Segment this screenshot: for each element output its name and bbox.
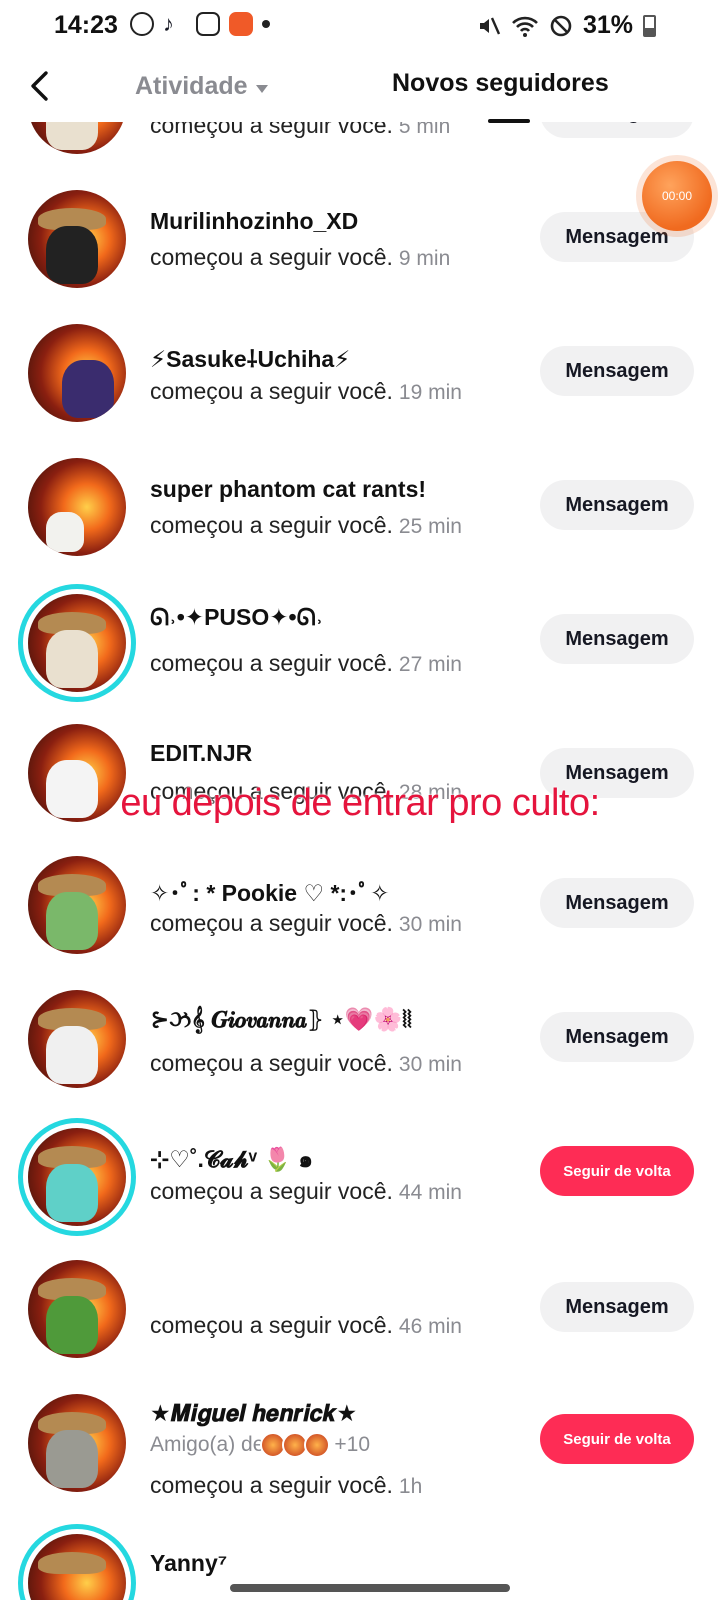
top-nav: Atividade Novos seguidores [0, 52, 720, 123]
mutual-friends[interactable]: Amigo(a) de +10 [150, 1432, 370, 1458]
follow-time: 46 min [398, 1315, 462, 1338]
username[interactable]: ᘏ˒•✦PUSO✦•ᘏ˒ [150, 604, 323, 631]
list-item[interactable]: ᘏ˒•✦PUSO✦•ᘏ˒ começou a seguir você. 27 mi… [0, 590, 720, 726]
username[interactable]: ★𝑴𝒊𝒈𝒖𝒆𝒍 𝒉𝒆𝒏𝒓𝒊𝒄𝒌★ [150, 1400, 357, 1427]
follow-action-text: começou a seguir você. 30 min [150, 1050, 462, 1076]
list-item[interactable]: ★𝑴𝒊𝒈𝒖𝒆𝒍 𝒉𝒆𝒏𝒓𝒊𝒄𝒌★ Amigo(a) de +10 começou… [0, 1394, 720, 1534]
follow-time: 1h [398, 1475, 423, 1498]
follow-back-button[interactable]: Seguir de volta [540, 1414, 694, 1464]
avatar[interactable] [28, 1260, 126, 1358]
avatar[interactable] [28, 190, 126, 288]
avatar[interactable] [28, 324, 126, 422]
message-button[interactable]: Mensagem [540, 480, 694, 530]
follow-time: 30 min [398, 1053, 462, 1076]
tab-new-followers[interactable]: Novos seguidores [392, 69, 609, 98]
back-button[interactable] [22, 66, 58, 106]
avatar[interactable] [28, 856, 126, 954]
message-button[interactable]: Mensagem [540, 614, 694, 664]
follow-action-text: começou a seguir você. 27 min [150, 650, 462, 676]
avatar[interactable] [28, 1534, 126, 1600]
list-item[interactable]: ⊱ઝ𝄞 𝑮𝒊𝒐𝒗𝒂𝒏𝒏𝒂⦄ ⋆💗🌸⦚⦚ começou a seguir voc… [0, 990, 720, 1126]
avatar[interactable] [28, 990, 126, 1088]
follow-action-text: começou a seguir você. 1h [150, 1472, 423, 1498]
message-button[interactable]: Mensagem [540, 878, 694, 928]
username[interactable]: EDIT.NJR [150, 740, 252, 767]
username[interactable]: ⊱ઝ𝄞 𝑮𝒊𝒐𝒗𝒂𝒏𝒏𝒂⦄ ⋆💗🌸⦚⦚ [150, 1006, 412, 1033]
follow-time: 9 min [398, 247, 451, 270]
follow-action-text: começou a seguir você. 44 min [150, 1178, 462, 1204]
follow-action-text: começou a seguir você. 25 min [150, 512, 462, 538]
follow-action-text: começou a seguir você. 9 min [150, 244, 451, 270]
tab-indicator [488, 119, 530, 123]
list-item[interactable]: ⊹♡˚.𝓒𝓪𝓱ᵛ 🌷 ๑ começou a seguir você. 44 mi… [0, 1124, 720, 1260]
recording-timer[interactable]: 00:00 [642, 161, 712, 231]
username[interactable]: Yanny⁷ [150, 1550, 227, 1577]
follow-action-text: começou a seguir você. 19 min [150, 378, 462, 404]
username[interactable]: Murilinhozinho_XD [150, 208, 358, 235]
list-item[interactable]: ⚡Sasuke⸸Uchiha⚡ começou a seguir você. 19… [0, 322, 720, 458]
avatar[interactable] [28, 458, 126, 556]
chevron-down-icon [255, 84, 268, 93]
list-item[interactable]: super phantom cat rants! começou a segui… [0, 456, 720, 592]
follow-action-text: começou a seguir você. 30 min [150, 910, 462, 936]
tab-activity-label: Atividade [135, 72, 248, 100]
home-indicator[interactable] [230, 1584, 510, 1592]
follow-time: 25 min [398, 515, 462, 538]
follow-time: 30 min [398, 913, 462, 936]
message-button[interactable]: Mensagem [540, 1282, 694, 1332]
list-item[interactable]: ✧･ﾟ: * Pookie ♡ *:･ﾟ✧ começou a seguir v… [0, 856, 720, 992]
avatar[interactable] [28, 1128, 126, 1226]
mutual-friends-label: Amigo(a) de [150, 1433, 265, 1456]
username[interactable]: ✧･ﾟ: * Pookie ♡ *:･ﾟ✧ [150, 874, 389, 908]
message-button[interactable]: Mensagem [540, 346, 694, 396]
follow-back-button[interactable]: Seguir de volta [540, 1146, 694, 1196]
follow-time: 44 min [398, 1181, 462, 1204]
follow-time: 19 min [398, 381, 462, 404]
mutual-friends-count: +10 [334, 1433, 371, 1456]
tab-activity[interactable]: Atividade [135, 72, 268, 101]
username[interactable]: super phantom cat rants! [150, 476, 426, 503]
username[interactable]: ⚡Sasuke⸸Uchiha⚡ [150, 342, 350, 374]
list-item[interactable]: começou a seguir você. 46 min Mensagem [0, 1260, 720, 1396]
chevron-left-icon [31, 71, 48, 101]
mutual-avatar [304, 1432, 331, 1458]
follow-time: 27 min [398, 653, 462, 676]
avatar[interactable] [28, 1394, 126, 1492]
username[interactable]: ⊹♡˚.𝓒𝓪𝓱ᵛ 🌷 ๑ [150, 1142, 313, 1178]
message-button[interactable]: Mensagem [540, 1012, 694, 1062]
follow-action-text: começou a seguir você. 46 min [150, 1312, 462, 1338]
avatar[interactable] [28, 594, 126, 692]
caption-overlay: eu depois de entrar pro culto: [120, 782, 600, 824]
list-item[interactable]: Murilinhozinho_XD começou a seguir você.… [0, 188, 720, 324]
